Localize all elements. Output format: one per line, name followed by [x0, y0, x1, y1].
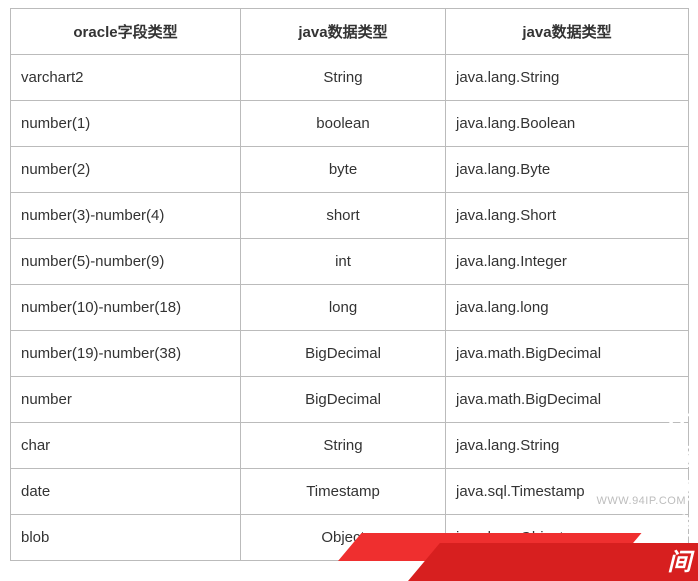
- table-row: varchart2 String java.lang.String: [11, 55, 689, 101]
- cell-java-primitive: BigDecimal: [241, 331, 446, 377]
- type-mapping-table: oracle字段类型 java数据类型 java数据类型 varchart2 S…: [10, 8, 689, 561]
- cell-java-wrapper: java.lang.Integer: [446, 239, 689, 285]
- cell-java-wrapper: java.math.BigDecimal: [446, 331, 689, 377]
- table-header-row: oracle字段类型 java数据类型 java数据类型: [11, 9, 689, 55]
- cell-oracle: varchart2: [11, 55, 241, 101]
- cell-oracle: number(19)-number(38): [11, 331, 241, 377]
- cell-oracle: number: [11, 377, 241, 423]
- cell-java-wrapper: java.lang.Byte: [446, 147, 689, 193]
- cell-java-wrapper: java.lang.Short: [446, 193, 689, 239]
- cell-oracle: number(10)-number(18): [11, 285, 241, 331]
- cell-java-primitive: String: [241, 423, 446, 469]
- col-header-java-primitive: java数据类型: [241, 9, 446, 55]
- cell-java-primitive: Timestamp: [241, 469, 446, 515]
- col-header-oracle: oracle字段类型: [11, 9, 241, 55]
- table-row: number(5)-number(9) int java.lang.Intege…: [11, 239, 689, 285]
- cell-java-primitive: long: [241, 285, 446, 331]
- col-header-java-wrapper: java数据类型: [446, 9, 689, 55]
- cell-java-primitive: int: [241, 239, 446, 285]
- cell-java-wrapper: java.lang.Boolean: [446, 101, 689, 147]
- table-row: number(10)-number(18) long java.lang.lon…: [11, 285, 689, 331]
- cell-oracle: char: [11, 423, 241, 469]
- cell-oracle: number(1): [11, 101, 241, 147]
- cell-java-wrapper: java.sql.Timestamp: [446, 469, 689, 515]
- cell-java-wrapper: java.lang.String: [446, 55, 689, 101]
- cell-oracle: number(5)-number(9): [11, 239, 241, 285]
- cell-java-primitive: BigDecimal: [241, 377, 446, 423]
- cell-java-wrapper: java.math.BigDecimal: [446, 377, 689, 423]
- cell-java-primitive: short: [241, 193, 446, 239]
- table-row: blob Object java.lang.Object: [11, 515, 689, 561]
- table-row: char String java.lang.String: [11, 423, 689, 469]
- cell-oracle: number(3)-number(4): [11, 193, 241, 239]
- table-row: number(19)-number(38) BigDecimal java.ma…: [11, 331, 689, 377]
- cell-java-wrapper: java.lang.String: [446, 423, 689, 469]
- table-row: date Timestamp java.sql.Timestamp: [11, 469, 689, 515]
- table-row: number BigDecimal java.math.BigDecimal: [11, 377, 689, 423]
- table-row: number(3)-number(4) short java.lang.Shor…: [11, 193, 689, 239]
- cell-oracle: date: [11, 469, 241, 515]
- table-row: number(2) byte java.lang.Byte: [11, 147, 689, 193]
- cell-java-primitive: Object: [241, 515, 446, 561]
- cell-java-wrapper: java.lang.long: [446, 285, 689, 331]
- cell-java-primitive: String: [241, 55, 446, 101]
- cell-oracle: number(2): [11, 147, 241, 193]
- table-row: number(1) boolean java.lang.Boolean: [11, 101, 689, 147]
- cell-java-primitive: byte: [241, 147, 446, 193]
- cell-java-wrapper: java.lang.Object: [446, 515, 689, 561]
- cell-oracle: blob: [11, 515, 241, 561]
- cell-java-primitive: boolean: [241, 101, 446, 147]
